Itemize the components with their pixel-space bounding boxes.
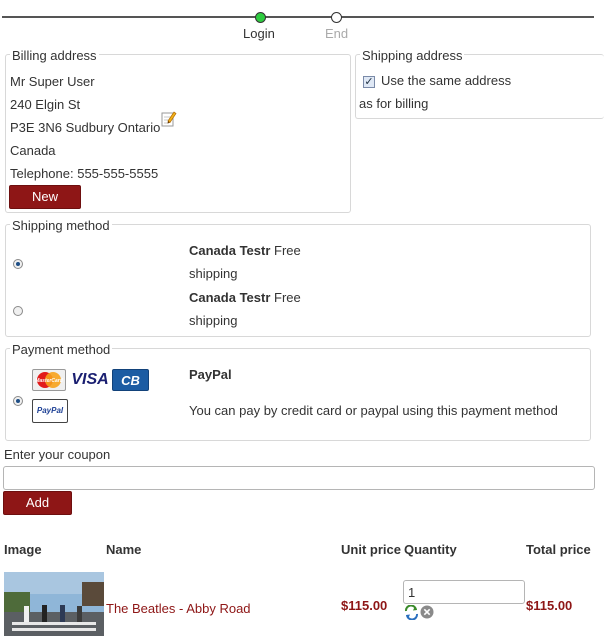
coupon-input[interactable] xyxy=(3,466,595,490)
shipping-option-2-title: Canada Testr Free xyxy=(189,290,301,305)
step-login-dot xyxy=(255,12,266,23)
shipping-method-legend: Shipping method xyxy=(10,218,112,233)
payment-method-legend: Payment method xyxy=(10,342,113,357)
product-total-price: $115.00 xyxy=(526,598,573,613)
shipping-option-1-title: Canada Testr Free xyxy=(189,243,301,258)
step-end-dot xyxy=(331,12,342,23)
quantity-input[interactable] xyxy=(403,580,525,604)
billing-country: Canada xyxy=(10,143,56,158)
shipping-option-2-desc-cont: shipping xyxy=(189,313,238,328)
shipping-option-2-name: Canada Testr xyxy=(189,290,271,305)
same-address-label: Use the same address xyxy=(381,73,512,88)
billing-telephone: Telephone: 555-555-5555 xyxy=(10,166,159,181)
billing-address-legend: Billing address xyxy=(10,48,99,63)
coupon-label: Enter your coupon xyxy=(4,447,111,462)
product-name-link[interactable]: The Beatles - Abby Road xyxy=(106,601,251,616)
paypal-logo: PayPal xyxy=(32,399,68,423)
remove-item-icon[interactable] xyxy=(420,605,434,619)
header-name: Name xyxy=(106,542,142,557)
mastercard-logo: MasterCard xyxy=(32,369,66,391)
shipping-option-1-desc: Free xyxy=(274,243,301,258)
payment-paypal-radio[interactable] xyxy=(13,396,23,406)
product-thumbnail[interactable] xyxy=(4,572,104,636)
billing-street: 240 Elgin St xyxy=(10,97,81,112)
edit-address-icon[interactable] xyxy=(161,110,177,127)
step-end-label: End xyxy=(325,26,349,41)
cb-logo: CB xyxy=(112,369,149,391)
payment-option-name: PayPal xyxy=(189,367,232,382)
add-coupon-button[interactable]: Add xyxy=(3,491,72,515)
visa-logo: VISA xyxy=(71,371,109,388)
header-quantity: Quantity xyxy=(404,542,457,557)
checkout-progress-line xyxy=(2,16,594,18)
billing-city: P3E 3N6 Sudbury Ontario xyxy=(10,120,161,135)
shipping-option-1-radio[interactable] xyxy=(13,259,23,269)
same-address-checkbox[interactable]: ✓ xyxy=(363,76,375,88)
refresh-quantity-icon[interactable] xyxy=(404,604,419,621)
payment-option-description: You can pay by credit card or paypal usi… xyxy=(189,403,558,418)
shipping-option-2-desc: Free xyxy=(274,290,301,305)
same-address-label-cont: as for billing xyxy=(359,96,429,111)
shipping-method-panel: Shipping method xyxy=(5,218,591,337)
new-address-button[interactable]: New xyxy=(9,185,81,209)
header-image: Image xyxy=(4,542,42,557)
payment-method-panel: Payment method xyxy=(5,342,591,441)
shipping-option-2-radio[interactable] xyxy=(13,306,23,316)
billing-name: Mr Super User xyxy=(10,74,95,89)
step-login-label: Login xyxy=(243,26,275,41)
product-unit-price: $115.00 xyxy=(341,598,388,613)
mastercard-logo-text: MasterCard xyxy=(35,378,63,384)
header-unit-price: Unit price xyxy=(341,542,401,557)
header-total-price: Total price xyxy=(526,542,591,557)
shipping-address-legend: Shipping address xyxy=(360,48,465,63)
shipping-option-1-name: Canada Testr xyxy=(189,243,271,258)
shipping-option-1-desc-cont: shipping xyxy=(189,266,238,281)
